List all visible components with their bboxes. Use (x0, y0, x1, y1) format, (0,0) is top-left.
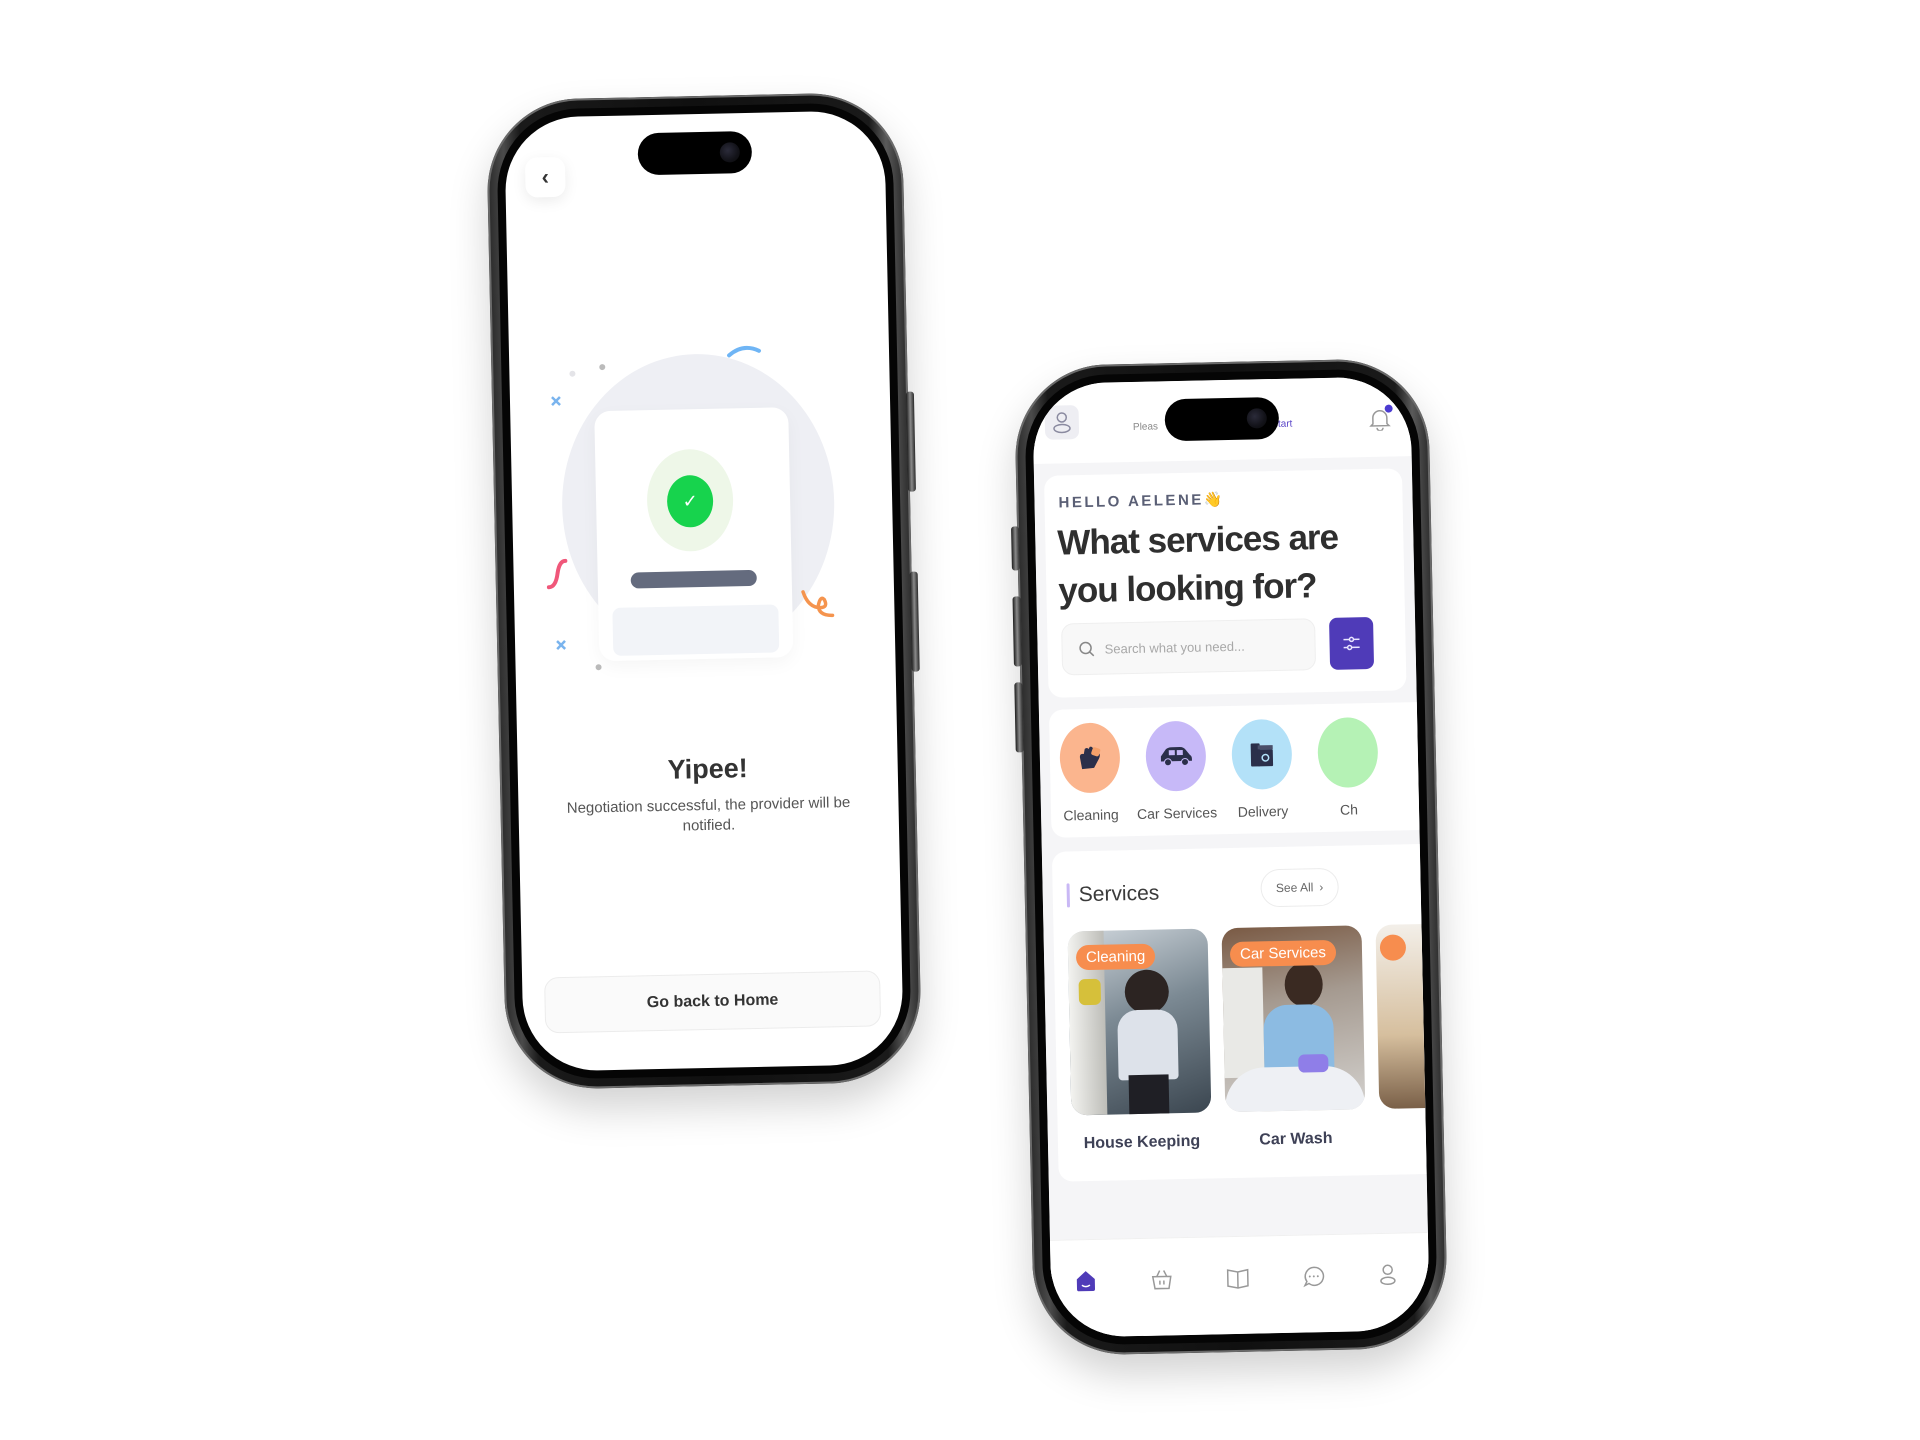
category-car-services[interactable]: Car Services (1127, 720, 1225, 822)
category-partial[interactable]: Ch (1299, 716, 1397, 819)
see-all-button[interactable]: See All › (1260, 867, 1340, 908)
notification-dot (1384, 404, 1393, 413)
nav-basket[interactable] (1147, 1264, 1178, 1295)
success-screen: ‹ ✓ Yipee! Negotiation successful, the p… (504, 110, 904, 1072)
search-icon (1079, 641, 1095, 657)
go-home-button[interactable]: Go back to Home (544, 970, 882, 1034)
filter-button[interactable] (1329, 616, 1375, 670)
confetti-icon (801, 590, 835, 618)
side-button (905, 391, 916, 492)
service-name: House Keeping (1083, 1132, 1201, 1153)
success-message: Negotiation successful, the provider wil… (566, 793, 851, 835)
nav-chat[interactable] (1298, 1261, 1329, 1292)
service-tile-partial[interactable] (1375, 922, 1430, 1109)
sliders-icon (1343, 636, 1360, 651)
service-tag: Cleaning (1075, 943, 1156, 971)
service-tag: Car Services (1229, 939, 1337, 968)
side-button (1014, 682, 1024, 753)
car-icon (1160, 747, 1192, 767)
confetti-icon (551, 396, 561, 407)
category-delivery[interactable]: Delivery (1213, 718, 1311, 820)
person-photo (1284, 962, 1324, 1007)
bottom-nav (1049, 1231, 1430, 1338)
headline: What services are you looking for? (1056, 517, 1339, 611)
service-name: Car Wash (1259, 1129, 1333, 1149)
success-title: Yipee! (667, 753, 749, 785)
cleaning-hand-icon (1079, 746, 1101, 770)
chevron-left-icon: ‹ (541, 164, 550, 190)
wave-icon: 👋 (1203, 491, 1223, 509)
success-illustration: ✓ (546, 341, 846, 671)
confetti-icon (546, 558, 568, 590)
chevron-right-icon: › (1319, 880, 1324, 895)
book-icon (1226, 1268, 1249, 1289)
appliance-icon (1250, 743, 1274, 767)
chat-icon (1303, 1266, 1325, 1288)
back-button[interactable]: ‹ (524, 156, 566, 198)
search-input[interactable] (1104, 636, 1305, 657)
dynamic-island (1164, 396, 1280, 442)
avatar-button[interactable] (1044, 405, 1080, 440)
search-field[interactable] (1061, 618, 1317, 676)
top-message: Pleas (1132, 421, 1159, 433)
confetti-icon (556, 640, 567, 650)
service-tile-house-keeping[interactable]: Cleaning (1067, 928, 1212, 1116)
confetti-icon (727, 345, 761, 358)
phone-right: Pleas start HELLO AELENE👋 What services … (1011, 357, 1449, 1357)
person-photo (1124, 969, 1170, 1015)
dynamic-island (637, 130, 753, 176)
nav-book[interactable] (1223, 1263, 1254, 1294)
basket-icon (1151, 1270, 1172, 1290)
side-button (1012, 596, 1022, 667)
services-title: Services (1078, 881, 1160, 907)
greeting: HELLO AELENE👋 (1058, 491, 1223, 512)
nav-profile[interactable] (1372, 1259, 1403, 1290)
side-button (1011, 526, 1020, 571)
home-screen: Pleas start HELLO AELENE👋 What services … (1032, 376, 1430, 1338)
nav-home[interactable] (1071, 1266, 1102, 1297)
user-icon (1053, 412, 1071, 434)
phone-left: ‹ ✓ Yipee! Negotiation successful, the p… (485, 91, 923, 1091)
notification-button[interactable] (1369, 404, 1393, 432)
home-icon (1076, 1271, 1096, 1292)
category-icon (1317, 716, 1379, 789)
category-cleaning[interactable]: Cleaning (1041, 722, 1139, 824)
side-button (909, 571, 920, 672)
service-tile-car-wash[interactable]: Car Services (1221, 925, 1366, 1113)
profile-icon (1380, 1264, 1396, 1286)
